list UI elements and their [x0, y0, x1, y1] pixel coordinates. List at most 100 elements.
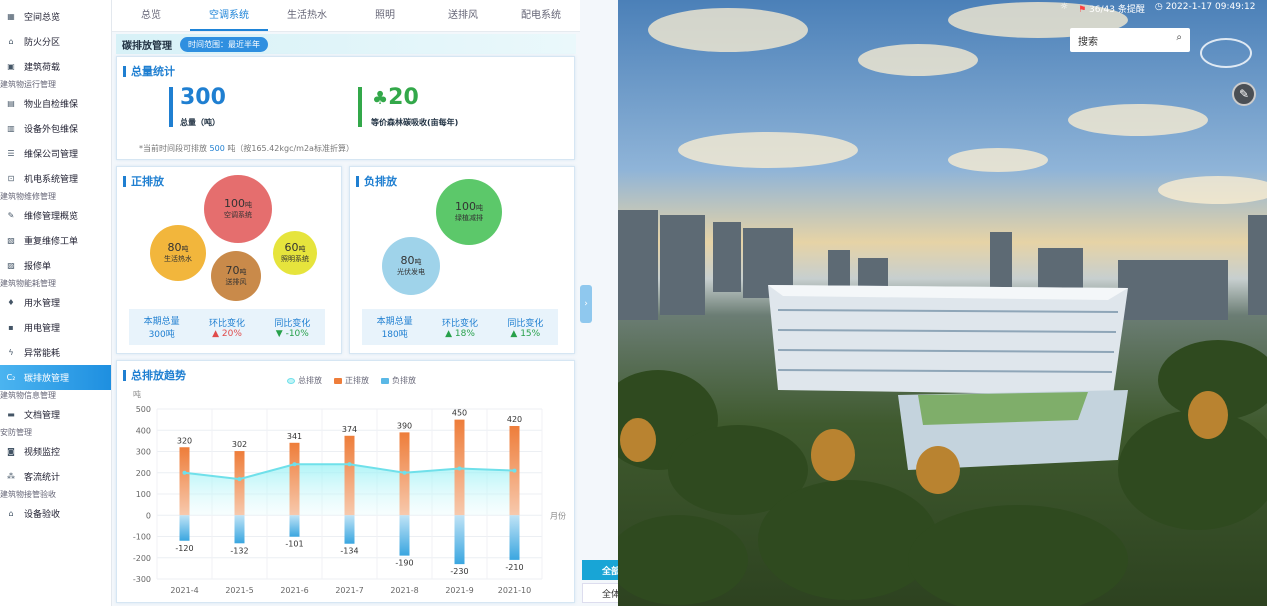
- sidebar-item[interactable]: ✎ 维修管理概览: [0, 203, 111, 228]
- sidebar-item[interactable]: ▨ 报修单: [0, 253, 111, 278]
- bar-positive: [234, 451, 245, 516]
- scene-search-box[interactable]: 搜索 ⌕: [1070, 28, 1190, 52]
- bar-negative-label: -230: [450, 567, 468, 576]
- main-panel: 总览 空调系统 生活热水 照明 送排风 配电系统 碳排放管理 时间范围：最近半年 总量统计…: [112, 0, 580, 606]
- co2-icon: C₂: [6, 373, 16, 382]
- clipboard-icon: ▤: [7, 99, 15, 108]
- bar-positive-label: 374: [342, 425, 357, 434]
- flag-icon: ⚑: [1078, 5, 1087, 15]
- order-icon: ▧: [7, 236, 15, 245]
- trend-card: 总排放趋势 总排放 正排放 负排放 吨 500 400 300 200 100 0 -100-…: [116, 360, 575, 603]
- tab[interactable]: 空调系统: [190, 0, 268, 31]
- negative-emission-card: 负排放 100吨 绿植减排 80吨 光伏发电 本期总量 180吨 环比变化 ▲ 18…: [349, 166, 575, 354]
- y-tick-label: -100: [133, 533, 151, 542]
- sidebar-item[interactable]: ▥ 设备外包维保: [0, 116, 111, 141]
- bubble-greenery[interactable]: 100吨 绿植减排: [436, 179, 502, 245]
- total-value: 300: [180, 85, 226, 110]
- top-status-bar: ☼ ⚑ 36/43 条提醒 ◷ 2022-1-17 09:49:12: [1060, 2, 1255, 15]
- total-point: [457, 466, 462, 471]
- sidebar-item[interactable]: ▪ 用电管理: [0, 315, 111, 340]
- sidebar-item[interactable]: ϟ 异常能耗: [0, 340, 111, 365]
- sidebar: ▦ 空间总览 ⌂ 防火分区 ▣ 建筑荷载 建筑物运行管理 ▤ 物业自检维保 ▥ 设备外包维保 ☰ 维保公…: [0, 0, 112, 606]
- sidebar-item[interactable]: ⌂ 防火分区: [0, 29, 111, 54]
- sidebar-item-label: 文档管理: [24, 411, 61, 421]
- sidebar-group-label: 安防管理: [0, 428, 32, 437]
- alert-status[interactable]: ⚑ 36/43 条提醒: [1078, 2, 1145, 15]
- sidebar-item[interactable]: ▤ 物业自检维保: [0, 91, 111, 116]
- y-tick-label: 200: [136, 469, 151, 478]
- time-range-pill[interactable]: 时间范围：最近半年: [180, 36, 268, 52]
- x-tick-label: 2021-6: [280, 586, 308, 595]
- neg-stat-mom-value: ▲ 18%: [445, 328, 475, 339]
- sidebar-group-label: 建筑物维修管理: [0, 192, 56, 201]
- lightning-icon: ϟ: [8, 348, 14, 357]
- tab[interactable]: 送排风: [424, 0, 502, 31]
- note-prefix: *当前时间段可排放: [139, 144, 207, 153]
- grid-icon: ▦: [7, 12, 15, 21]
- draw-tool-icon[interactable]: ✎: [1232, 82, 1256, 106]
- sidebar-item-label: 用水管理: [24, 299, 61, 309]
- collapse-handle[interactable]: ›: [580, 285, 592, 323]
- bubble-ventilation[interactable]: 70吨 送排风: [211, 251, 261, 301]
- search-icon[interactable]: ⌕: [1176, 32, 1182, 43]
- y-tick-label: 100: [136, 490, 151, 499]
- total-card: 总量统计 300 总量（吨） ♣20 等价森林碳吸收(亩每年) *当前时间段可排…: [116, 56, 575, 160]
- sidebar-item[interactable]: ▧ 重复维修工单: [0, 228, 111, 253]
- bubble-hvac-unit: 吨: [245, 201, 252, 209]
- bar-positive: [289, 442, 300, 516]
- lightbulb-icon[interactable]: ☼: [1060, 2, 1068, 15]
- scene-3d-view[interactable]: ☼ ⚑ 36/43 条提醒 ◷ 2022-1-17 09:49:12 搜索 ⌕ …: [618, 0, 1267, 606]
- sidebar-item[interactable]: ◙ 视频监控: [0, 439, 111, 464]
- bar-negative: [289, 515, 300, 537]
- bubble-lighting[interactable]: 60吨 照明系统: [273, 231, 317, 275]
- tab[interactable]: 照明: [346, 0, 424, 31]
- note-value: 500: [209, 144, 225, 153]
- bubble-hvac[interactable]: 100吨 空调系统: [204, 175, 272, 243]
- tab[interactable]: 配电系统: [502, 0, 580, 31]
- x-tick-label: 2021-9: [445, 586, 473, 595]
- bubble-solar-unit: 吨: [414, 258, 422, 266]
- car-icon: ⊡: [7, 174, 15, 183]
- bar-negative-label: -101: [285, 540, 303, 549]
- sidebar-item[interactable]: C₂ 碳排放管理: [0, 365, 111, 390]
- sidebar-item[interactable]: ⁂ 客流统计: [0, 464, 111, 489]
- sidebar-item[interactable]: ⊡ 机电系统管理: [0, 166, 111, 191]
- positive-card-title: 正排放: [123, 173, 164, 189]
- bar-positive-label: 320: [177, 436, 192, 445]
- y-tick-label: -300: [133, 575, 151, 584]
- list-icon: ☰: [7, 149, 15, 158]
- stat-yoy-value: ▼ -10%: [275, 328, 309, 339]
- compass-icon[interactable]: [1200, 38, 1252, 68]
- bubble-ventilation-value: 70: [225, 264, 240, 277]
- system-tabs: 总览 空调系统 生活热水 照明 送排风 配电系统: [112, 0, 580, 32]
- bar-positive-label: 390: [397, 421, 412, 430]
- stat-mom-label: 环比变化: [208, 318, 245, 329]
- chevron-right-icon: ›: [584, 299, 588, 309]
- sidebar-item[interactable]: ▣ 建筑荷载: [0, 54, 111, 79]
- sidebar-item[interactable]: ▦ 空间总览: [0, 4, 111, 29]
- bar-negative-label: -210: [505, 563, 523, 572]
- page-title: 碳排放管理: [122, 40, 172, 52]
- sidebar-item-label: 设备验收: [24, 510, 61, 520]
- forest-value-row: ♣20: [372, 85, 419, 110]
- bubble-ventilation-unit: 吨: [239, 268, 247, 276]
- stat-total-label: 本期总量: [143, 317, 180, 327]
- tab[interactable]: 生活热水: [268, 0, 346, 31]
- bubble-greenery-unit: 吨: [476, 204, 483, 212]
- bubble-hvac-value: 100: [224, 197, 245, 210]
- tab[interactable]: 总览: [112, 0, 190, 31]
- sidebar-item-label: 空间总览: [24, 13, 61, 23]
- sidebar-item-label: 报修单: [24, 262, 52, 272]
- sidebar-item[interactable]: ♦ 用水管理: [0, 290, 111, 315]
- stat-mom-value: ▲ 20%: [212, 328, 242, 339]
- bubble-solar[interactable]: 80吨 光伏发电: [382, 237, 440, 295]
- sidebar-item[interactable]: ☰ 维保公司管理: [0, 141, 111, 166]
- sidebar-group-label: 建筑物运行管理: [0, 80, 56, 89]
- bar-positive-label: 420: [507, 415, 522, 424]
- bubble-hot-water[interactable]: 80吨 生活热水: [150, 225, 206, 281]
- sidebar-item[interactable]: ⌂ 设备验收: [0, 501, 111, 526]
- sidebar-item[interactable]: ▬ 文档管理: [0, 402, 111, 427]
- datetime-status: ◷ 2022-1-17 09:49:12: [1155, 2, 1256, 15]
- neg-stat-yoy-label: 同比变化: [507, 318, 544, 329]
- sidebar-item-label: 机电系统管理: [24, 175, 79, 185]
